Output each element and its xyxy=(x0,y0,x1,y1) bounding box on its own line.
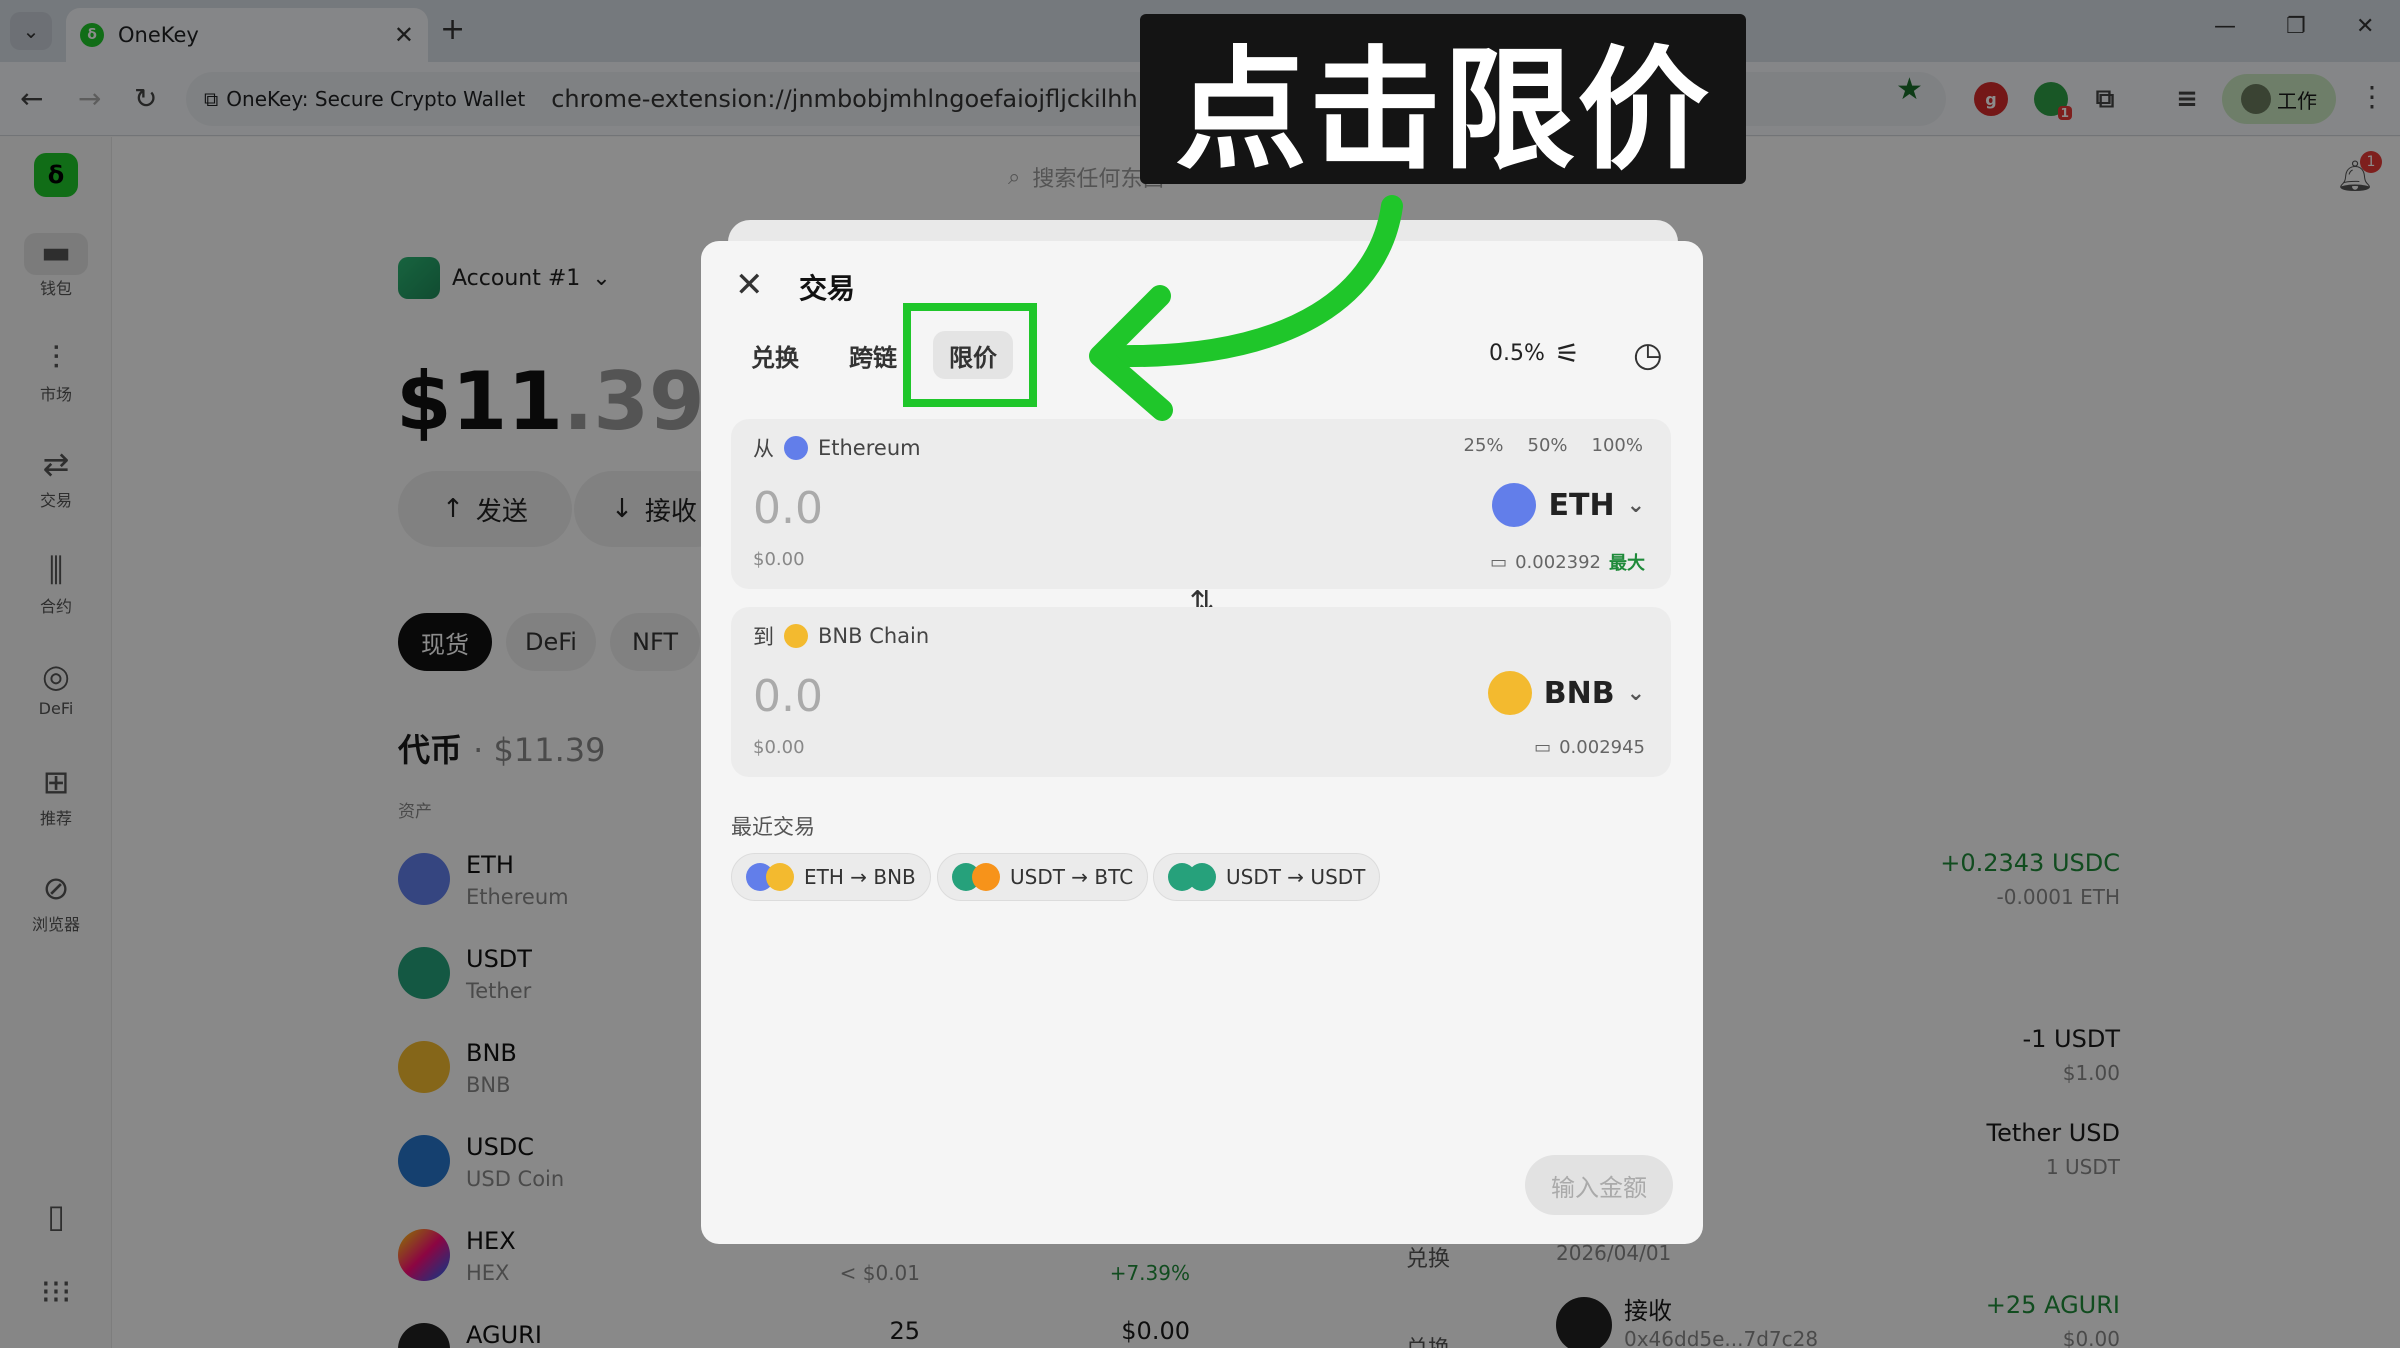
recent-trade-label: USDT → BTC xyxy=(1010,865,1134,889)
bnb-chain-network-icon xyxy=(784,624,808,648)
from-token-selector[interactable]: ETH ⌄ xyxy=(1492,483,1645,527)
wallet-small-icon: ▭ xyxy=(1534,737,1552,758)
token-pair-icon xyxy=(746,863,794,891)
close-icon[interactable]: ✕ xyxy=(735,265,764,305)
token-pair-icon xyxy=(952,863,1000,891)
pct-25-button[interactable]: 25% xyxy=(1464,435,1504,456)
recent-trade-label: ETH → BNB xyxy=(804,865,916,889)
from-card: 从 Ethereum 25% 50% 100% 0.0 $0.00 ETH ⌄ … xyxy=(731,419,1671,589)
sliders-icon: ⚟ xyxy=(1554,337,1581,370)
from-network[interactable]: 从 Ethereum xyxy=(753,433,921,463)
enter-amount-button[interactable]: 输入金额 xyxy=(1525,1155,1673,1215)
history-clock-icon[interactable]: ◷ xyxy=(1633,335,1663,375)
to-usd-value: $0.00 xyxy=(753,737,805,758)
to-card: 到 BNB Chain 0.0 $0.00 BNB ⌄ ▭ 0.002945 xyxy=(731,607,1671,777)
pct-50-button[interactable]: 50% xyxy=(1528,435,1568,456)
slippage-settings[interactable]: 0.5% ⚟ xyxy=(1489,337,1580,370)
recent-trade-chip[interactable]: USDT → USDT xyxy=(1153,853,1381,901)
to-token-selector[interactable]: BNB ⌄ xyxy=(1487,671,1645,715)
annotation-callout: 点击限价 xyxy=(1140,14,1746,188)
to-network-name: BNB Chain xyxy=(818,624,930,648)
pct-100-button[interactable]: 100% xyxy=(1592,435,1643,456)
from-token-symbol: ETH xyxy=(1548,487,1615,523)
max-button[interactable]: 最大 xyxy=(1609,549,1645,575)
slippage-value: 0.5% xyxy=(1489,341,1545,366)
ethereum-network-icon xyxy=(784,436,808,460)
to-amount-output: 0.0 xyxy=(753,671,823,722)
from-balance: ▭ 0.002392 最大 xyxy=(1490,549,1645,575)
recent-trade-label: USDT → USDT xyxy=(1226,865,1366,889)
highlight-box xyxy=(903,303,1037,407)
chevron-down-icon: ⌄ xyxy=(1626,680,1645,706)
to-network[interactable]: 到 BNB Chain xyxy=(753,621,929,651)
chevron-down-icon: ⌄ xyxy=(1626,492,1645,518)
tab-bridge[interactable]: 跨链 xyxy=(833,331,913,379)
from-balance-value: 0.002392 xyxy=(1515,551,1601,573)
eth-icon xyxy=(1492,483,1537,527)
from-amount-input[interactable]: 0.0 xyxy=(753,483,823,534)
swap-modal: ✕ 交易 兑换 跨链 限价 0.5% ⚟ ◷ 从 Ethereum 25% 50… xyxy=(701,241,1703,1244)
from-prefix: 从 xyxy=(753,437,774,461)
recent-trade-chip[interactable]: USDT → BTC xyxy=(937,853,1149,901)
to-balance-value: 0.002945 xyxy=(1559,737,1645,758)
recent-trade-chip[interactable]: ETH → BNB xyxy=(731,853,931,901)
to-token-symbol: BNB xyxy=(1543,675,1615,711)
wallet-small-icon: ▭ xyxy=(1490,551,1508,573)
recent-trades-label: 最近交易 xyxy=(731,815,815,839)
from-network-name: Ethereum xyxy=(818,436,921,460)
modal-title: 交易 xyxy=(799,272,856,305)
token-pair-icon xyxy=(1168,863,1216,891)
bnb-icon xyxy=(1487,671,1532,715)
to-prefix: 到 xyxy=(753,625,774,649)
tab-swap[interactable]: 兑换 xyxy=(735,331,815,379)
from-usd-value: $0.00 xyxy=(753,549,805,570)
percent-shortcuts: 25% 50% 100% xyxy=(1464,435,1644,456)
to-balance: ▭ 0.002945 xyxy=(1534,737,1645,758)
